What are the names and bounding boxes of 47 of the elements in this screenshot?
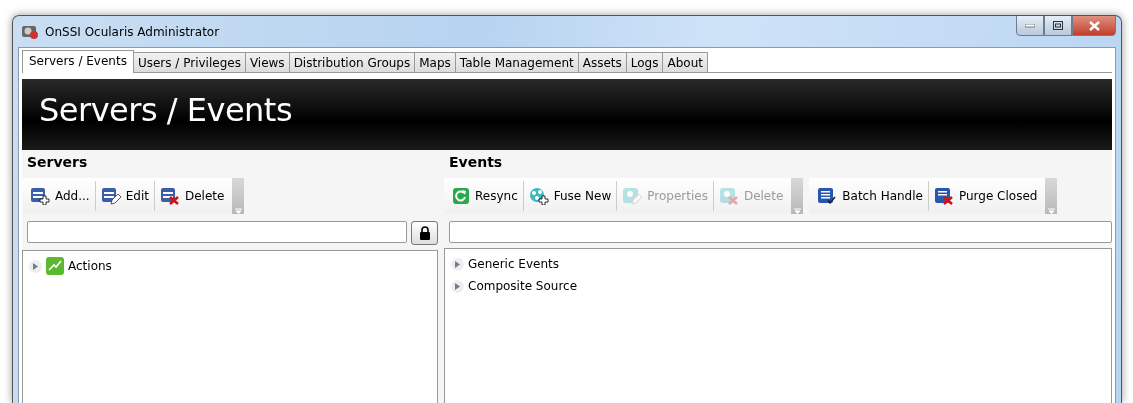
lock-button[interactable]	[411, 221, 438, 245]
server-add-icon	[30, 187, 50, 205]
maximize-icon	[1053, 21, 1063, 30]
tab[interactable]: Servers / Events	[22, 50, 134, 73]
toolbar-button[interactable]: Add...	[25, 181, 96, 211]
maximize-button[interactable]	[1044, 16, 1072, 36]
minimize-icon	[1025, 23, 1035, 28]
tab[interactable]: Assets	[577, 52, 627, 72]
banner-title: Servers / Events	[39, 91, 293, 129]
actions-icon	[46, 257, 64, 275]
tab[interactable]: Distribution Groups	[288, 52, 416, 72]
dropdown-arrow-icon	[234, 208, 242, 214]
toolbar-button[interactable]: Edit	[95, 181, 155, 211]
panel-heading: Events	[449, 154, 504, 170]
toolbar-button[interactable]: Resync	[447, 181, 524, 211]
toolbar-button[interactable]: Fuse New	[523, 181, 618, 211]
server-edit-icon	[100, 187, 121, 205]
close-button[interactable]	[1072, 16, 1116, 36]
delete-icon	[718, 187, 739, 205]
panel-heading: Servers	[27, 154, 89, 170]
server-delete-icon	[159, 187, 180, 205]
tree-item[interactable]: Generic Events	[468, 257, 559, 271]
tab[interactable]: Views	[244, 52, 290, 72]
tree-item[interactable]: Actions	[68, 259, 112, 273]
properties-icon	[622, 187, 643, 205]
tab[interactable]: Table Management	[454, 52, 579, 72]
toolbar-button[interactable]: Batch Handle	[812, 181, 929, 211]
app-icon	[21, 23, 39, 40]
tab[interactable]: Users / Privileges	[132, 52, 246, 72]
network-add-icon	[528, 187, 549, 205]
dropdown-arrow-icon	[1047, 208, 1055, 214]
dropdown-arrow-icon	[793, 208, 801, 214]
list-delete-icon	[933, 187, 954, 205]
toolbar-button[interactable]: Delete	[154, 181, 230, 211]
filter-field[interactable]	[27, 221, 407, 243]
tab[interactable]: Maps	[414, 52, 456, 72]
lock-icon	[419, 226, 430, 240]
minimize-button[interactable]	[1016, 16, 1044, 36]
window-title: OnSSI Ocularis Administrator	[45, 24, 220, 39]
filter-field[interactable]	[449, 221, 1112, 243]
tab[interactable]: Logs	[625, 52, 664, 72]
close-icon	[1088, 20, 1100, 31]
list-check-icon	[817, 187, 838, 205]
refresh-icon	[452, 187, 470, 205]
tab[interactable]: About	[662, 52, 708, 72]
toolbar-button[interactable]: Purge Closed	[928, 181, 1043, 211]
tree-item[interactable]: Composite Source	[468, 279, 578, 293]
